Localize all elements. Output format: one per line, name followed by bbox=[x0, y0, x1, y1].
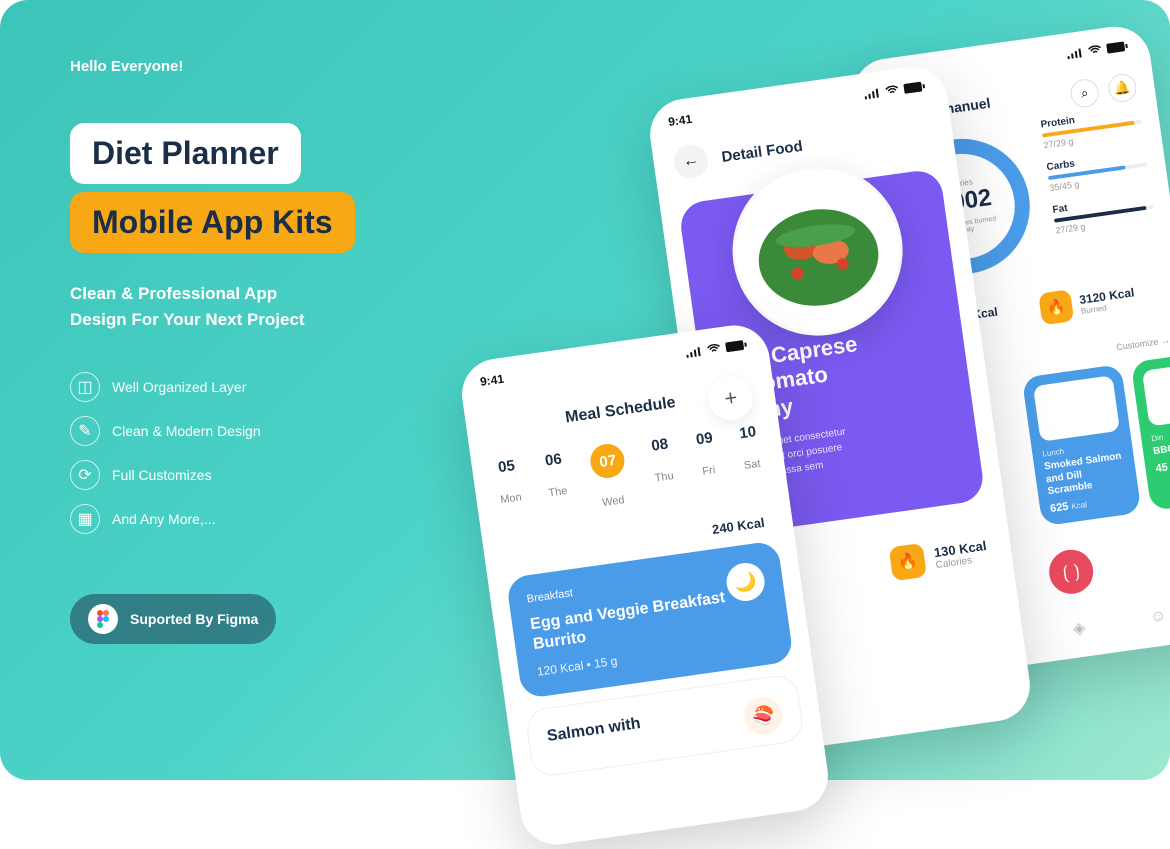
customize-link[interactable]: Customize → bbox=[1116, 334, 1170, 351]
status-icons bbox=[1066, 41, 1129, 60]
status-time: 9:41 bbox=[479, 372, 505, 389]
meal-scroll-card[interactable]: LunchSmoked Salmon and Dill Scramble625 … bbox=[1022, 364, 1142, 526]
status-icons bbox=[864, 81, 927, 100]
signal-icon bbox=[864, 87, 881, 99]
signal-icon bbox=[685, 346, 702, 358]
wifi-icon bbox=[706, 343, 721, 355]
macros-list: Protein27/29 gCarbs35/45 gFat27/29 g bbox=[1040, 106, 1160, 268]
macro-item: Carbs35/45 g bbox=[1046, 148, 1149, 193]
day-number: 07 bbox=[589, 442, 627, 480]
feature-text: And Any More,... bbox=[112, 511, 216, 527]
day-name: Thu bbox=[654, 470, 674, 485]
signal-icon bbox=[1066, 47, 1083, 59]
flame-icon: 🔥 bbox=[889, 543, 927, 581]
day-name: Sat bbox=[743, 458, 761, 472]
detail-header: Detail Food bbox=[720, 137, 803, 165]
notification-icon[interactable]: 🔔 bbox=[1107, 72, 1139, 104]
feature-text: Clean & Modern Design bbox=[112, 423, 261, 439]
day-number: 06 bbox=[543, 450, 564, 469]
meal-thumb bbox=[1142, 360, 1170, 427]
figma-badge-text: Suported By Figma bbox=[130, 611, 258, 627]
title-line-2: Mobile App Kits bbox=[70, 192, 355, 253]
day-number: 09 bbox=[695, 429, 714, 448]
title-line-1: Diet Planner bbox=[70, 123, 301, 184]
feature-icon: ⟳ bbox=[70, 460, 100, 490]
status-icons bbox=[685, 339, 748, 358]
feature-text: Full Customizes bbox=[112, 467, 212, 483]
scan-fab[interactable]: ⟮ ⟯ bbox=[1046, 547, 1096, 597]
day-number: 10 bbox=[738, 423, 757, 442]
figma-badge: Suported By Figma bbox=[70, 594, 276, 644]
calendar-day[interactable]: 08 Thu bbox=[649, 435, 677, 501]
back-button[interactable]: ← bbox=[672, 142, 710, 180]
food-image bbox=[722, 155, 914, 347]
macro-item: Fat27/29 g bbox=[1052, 191, 1155, 236]
day-number: 05 bbox=[495, 457, 519, 477]
day-name: The bbox=[548, 485, 568, 500]
feature-icon: ▦ bbox=[70, 504, 100, 534]
feature-text: Well Organized Layer bbox=[112, 379, 246, 395]
meal-card-breakfast[interactable]: 🌙 Breakfast Egg and Veggie Breakfast Bur… bbox=[506, 540, 794, 699]
day-number: 08 bbox=[649, 435, 670, 454]
status-time: 9:41 bbox=[667, 112, 693, 129]
nav-profile-icon[interactable]: ☺ bbox=[1141, 600, 1170, 634]
day-name: Fri bbox=[700, 464, 718, 478]
calendar-day[interactable]: 09 Fri bbox=[695, 429, 720, 495]
battery-icon bbox=[903, 81, 926, 94]
meal-thumb bbox=[1033, 375, 1120, 442]
wifi-icon bbox=[884, 85, 899, 97]
meal-scroll-name: Smoked Salmon and Dill Scramble bbox=[1044, 450, 1128, 498]
battery-icon bbox=[725, 339, 748, 352]
macro-item: Protein27/29 g bbox=[1040, 106, 1143, 151]
feature-icon: ◫ bbox=[70, 372, 100, 402]
meal-scroll-tag: Din bbox=[1151, 423, 1170, 443]
wifi-icon bbox=[1087, 45, 1102, 57]
nav-chart-icon[interactable]: ◈ bbox=[1062, 611, 1096, 645]
battery-icon bbox=[1106, 41, 1129, 54]
day-name: Mon bbox=[500, 491, 523, 506]
feature-icon: ✎ bbox=[70, 416, 100, 446]
calendar-day[interactable]: 06 The bbox=[543, 450, 571, 516]
figma-icon bbox=[88, 604, 118, 634]
burned-icon: 🔥 bbox=[1038, 289, 1074, 325]
calendar-day[interactable]: 05 Mon bbox=[495, 457, 525, 523]
calendar-day[interactable]: 10 Sat bbox=[738, 423, 763, 489]
search-icon[interactable]: ⌕ bbox=[1069, 77, 1101, 109]
calendar-day[interactable]: 07Wed bbox=[589, 442, 632, 510]
